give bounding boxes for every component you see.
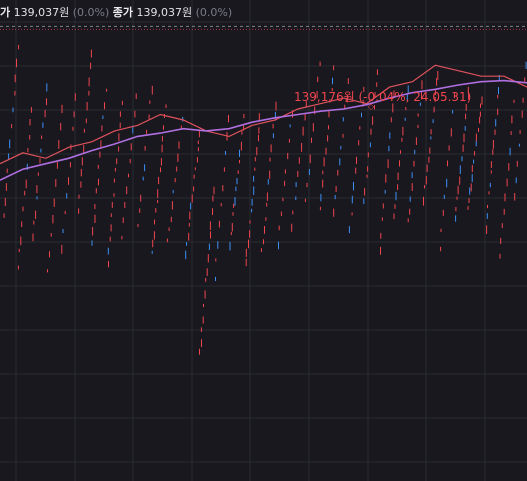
prev-pct: (0.0%) — [72, 6, 110, 19]
prev-label: 가 — [0, 6, 11, 19]
prev-value: 139,037원 — [13, 6, 70, 19]
chart-canvas[interactable] — [0, 0, 527, 481]
series-line-red — [0, 64, 527, 165]
price-chart[interactable]: 가 139,037원 (0.0%) 종가 139,037원 (0.0%) 139… — [0, 0, 527, 481]
high-marker-icon: ◇ — [368, 102, 375, 111]
high-price-annotation: 139,176원 (-0.04%, 24.05.31) — [294, 90, 472, 104]
close-label: 종가 — [112, 6, 134, 19]
close-pct: (0.0%) — [195, 6, 233, 19]
tick-series — [3, 44, 527, 355]
ohlc-readout: 가 139,037원 (0.0%) 종가 139,037원 (0.0%) — [0, 4, 232, 22]
close-value: 139,037원 — [136, 6, 193, 19]
